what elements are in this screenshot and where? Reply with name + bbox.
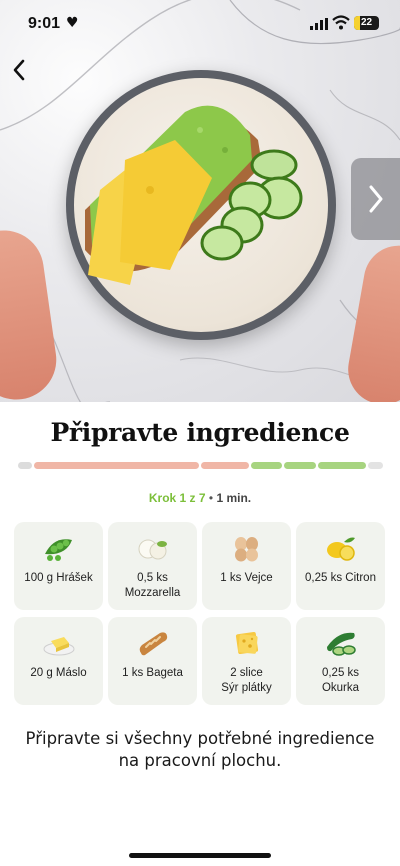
- ingredient-card-cheese-slices: 2 slice Sýr plátky: [202, 617, 291, 705]
- battery-level: 22: [360, 17, 373, 28]
- ingredient-card-lemon: 0,25 ks Citron: [296, 522, 385, 610]
- ingredient-label: 1 ks Vejce: [220, 572, 273, 584]
- progress-segment: [368, 462, 383, 469]
- cellular-signal-icon: [310, 18, 328, 30]
- step-progress-bar: [18, 460, 383, 470]
- step-separator: •: [208, 491, 214, 505]
- step-title: Připravte ingredience: [50, 418, 350, 447]
- step-description: Připravte si všechny potřebné ingredienc…: [25, 729, 375, 770]
- cheese-slices-icon: [229, 627, 265, 659]
- heart-icon: ♥: [66, 15, 79, 31]
- battery-indicator: 22: [354, 16, 379, 30]
- lemon-icon: [323, 532, 359, 564]
- ingredient-label: 0,25 ks Okurka: [321, 667, 360, 694]
- mozzarella-icon: [135, 532, 171, 564]
- ingredient-card-mozzarella: 0,5 ks Mozzarella: [108, 522, 197, 610]
- peas-icon: [41, 532, 77, 564]
- recipe-step-photo: [0, 0, 400, 402]
- progress-segment: [34, 462, 199, 469]
- progress-segment: [318, 462, 366, 469]
- ingredient-label: 2 slice Sýr plátky: [221, 667, 272, 694]
- step-duration: 1 min.: [216, 491, 252, 505]
- ingredient-card-cucumber: 0,25 ks Okurka: [296, 617, 385, 705]
- ingredient-card-peas: 100 g Hrášek: [14, 522, 103, 610]
- eggs-icon: [229, 532, 265, 564]
- back-button[interactable]: [4, 52, 34, 88]
- ingredient-label: 20 g Máslo: [30, 667, 87, 679]
- home-indicator[interactable]: [129, 853, 271, 858]
- ingredient-label: 0,5 ks Mozzarella: [124, 572, 181, 599]
- progress-segment: [201, 462, 249, 469]
- ingredient-label: 0,25 ks Citron: [305, 572, 376, 584]
- wifi-icon: [332, 15, 350, 30]
- status-bar: 9:01 ♥ 22: [0, 0, 400, 50]
- cucumber-icon: [323, 627, 359, 659]
- status-time: 9:01: [28, 15, 61, 32]
- ingredient-label: 1 ks Bageta: [122, 667, 183, 679]
- progress-segment: [284, 462, 316, 469]
- ingredient-label: 100 g Hrášek: [24, 572, 93, 584]
- chevron-right-icon: [369, 185, 382, 213]
- next-step-button[interactable]: [351, 158, 400, 240]
- ingredient-grid: 100 g Hrášek 0,5 ks Mozzarella 1 ks Vejc…: [14, 522, 386, 706]
- sandwich-on-plate: [85, 105, 303, 285]
- chevron-left-icon: [13, 59, 25, 81]
- baguette-icon: [135, 627, 171, 659]
- butter-icon: [41, 627, 77, 659]
- progress-segment: [251, 462, 282, 469]
- step-info: Krok 1 z 7 • 1 min.: [0, 491, 400, 505]
- ingredient-card-butter: 20 g Máslo: [14, 617, 103, 705]
- ingredient-card-baguette: 1 ks Bageta: [108, 617, 197, 705]
- progress-segment: [18, 462, 32, 469]
- step-counter: Krok 1 z 7: [148, 491, 206, 505]
- ingredient-card-eggs: 1 ks Vejce: [202, 522, 291, 610]
